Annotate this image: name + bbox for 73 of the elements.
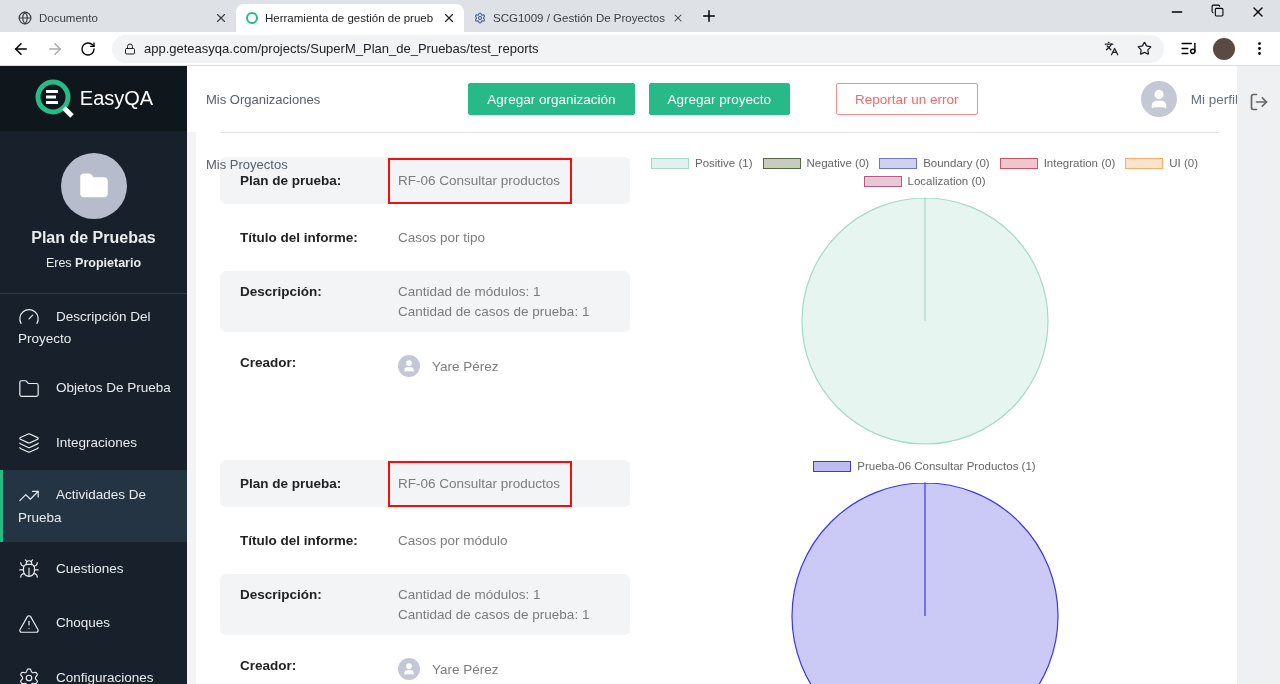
legend-label[interactable]: Prueba-06 Consultar Productos (1) bbox=[857, 460, 1036, 472]
creator-name: Yare Pérez bbox=[432, 358, 499, 374]
globe-icon bbox=[18, 11, 32, 25]
bug-icon bbox=[18, 558, 40, 581]
close-icon[interactable] bbox=[442, 11, 456, 25]
translate-icon[interactable] bbox=[1104, 41, 1119, 56]
legend-swatch[interactable] bbox=[879, 157, 918, 169]
field-value: Cantidad de casos de prueba: 1 bbox=[398, 304, 590, 319]
nav-item[interactable]: Choques bbox=[0, 596, 187, 651]
restore-icon[interactable] bbox=[1211, 4, 1224, 17]
browser-tab[interactable]: SCG1009 / Gestión De Proyectos bbox=[464, 4, 692, 32]
field-value: RF-06 Consultar productos bbox=[388, 157, 573, 204]
field-label: Plan de prueba: bbox=[240, 476, 343, 491]
logo-text: EasyQA bbox=[79, 87, 154, 110]
logout-icon[interactable] bbox=[1248, 92, 1269, 112]
close-icon[interactable] bbox=[214, 11, 228, 25]
legend-swatch[interactable] bbox=[1125, 157, 1164, 169]
user-avatar bbox=[398, 355, 420, 377]
browser-tab[interactable]: Documento bbox=[8, 4, 236, 32]
warning-icon bbox=[18, 612, 40, 635]
address-field[interactable]: app.geteasyqa.com/projects/SuperM_Plan_de_Pruebas/test_reports bbox=[112, 34, 1164, 63]
profile-avatar[interactable] bbox=[1213, 37, 1235, 60]
nav-item[interactable]: Cuestiones bbox=[0, 541, 187, 597]
field-value: Casos por módulo bbox=[397, 531, 509, 550]
field-value: Cantidad de módulos: 1 bbox=[398, 587, 542, 602]
legend-swatch[interactable] bbox=[762, 157, 801, 169]
legend-label[interactable]: Boundary (0) bbox=[923, 157, 990, 169]
settings-icon bbox=[18, 667, 40, 684]
tab-title: Herramienta de gestión de prueb bbox=[265, 12, 435, 24]
legend-label[interactable]: Integration (0) bbox=[1043, 157, 1116, 169]
field-label: Título del informe: bbox=[240, 230, 359, 245]
star-icon[interactable] bbox=[1137, 41, 1152, 56]
field-label: Creador: bbox=[240, 355, 298, 370]
nav-item[interactable]: Descripción Del Proyecto bbox=[0, 294, 187, 362]
organizations-link[interactable]: Mis Organizaciones bbox=[206, 91, 321, 107]
playlist-icon[interactable] bbox=[1180, 40, 1197, 57]
legend-swatch[interactable] bbox=[813, 460, 852, 472]
legend-label[interactable]: UI (0) bbox=[1169, 157, 1198, 169]
projects-label: Mis Proyectos bbox=[206, 157, 288, 172]
legend-swatch[interactable] bbox=[999, 157, 1038, 169]
legend-label[interactable]: Localization (0) bbox=[907, 175, 986, 187]
new-tab-icon[interactable] bbox=[700, 7, 718, 25]
app-favicon bbox=[246, 12, 258, 24]
profile-link[interactable]: Mi perfil bbox=[1140, 81, 1238, 117]
legend-label[interactable]: Negative (0) bbox=[806, 157, 870, 169]
browser-tab[interactable]: Herramienta de gestión de prueb bbox=[236, 4, 464, 32]
field-label: Descripción: bbox=[240, 284, 323, 299]
logo-icon bbox=[33, 77, 76, 120]
field-label: Descripción: bbox=[240, 587, 323, 602]
nav-item[interactable]: Objetos De Prueba bbox=[0, 361, 187, 416]
project-name: Plan de Pruebas bbox=[31, 229, 156, 247]
user-avatar bbox=[398, 658, 420, 680]
field-value: Casos por tipo bbox=[397, 228, 487, 247]
tab-title: SCG1009 / Gestión De Proyectos bbox=[493, 12, 665, 24]
nav-item[interactable]: Actividades De Prueba bbox=[0, 470, 187, 542]
lock-icon bbox=[124, 42, 136, 55]
nav-item[interactable]: Integraciones bbox=[0, 415, 187, 471]
reload-icon[interactable] bbox=[80, 40, 96, 57]
legend-swatch[interactable] bbox=[863, 175, 902, 187]
field-value: Cantidad de módulos: 1 bbox=[398, 284, 542, 299]
legend-label[interactable]: Positive (1) bbox=[695, 157, 753, 169]
folder-icon bbox=[18, 377, 40, 400]
role-text: Eres Propietario bbox=[45, 256, 142, 270]
layers-icon bbox=[18, 432, 40, 455]
field-value: RF-06 Consultar productos bbox=[388, 460, 573, 507]
creator-name: Yare Pérez bbox=[432, 661, 499, 677]
tab-title: Documento bbox=[39, 12, 99, 24]
field-label: Plan de prueba: bbox=[240, 173, 343, 188]
gear-icon bbox=[474, 11, 486, 25]
nav-item[interactable]: Configuraciones bbox=[0, 650, 187, 684]
field-label: Creador: bbox=[240, 658, 298, 673]
field-value: Cantidad de casos de prueba: 1 bbox=[398, 607, 590, 622]
field-label: Título del informe: bbox=[240, 533, 359, 548]
